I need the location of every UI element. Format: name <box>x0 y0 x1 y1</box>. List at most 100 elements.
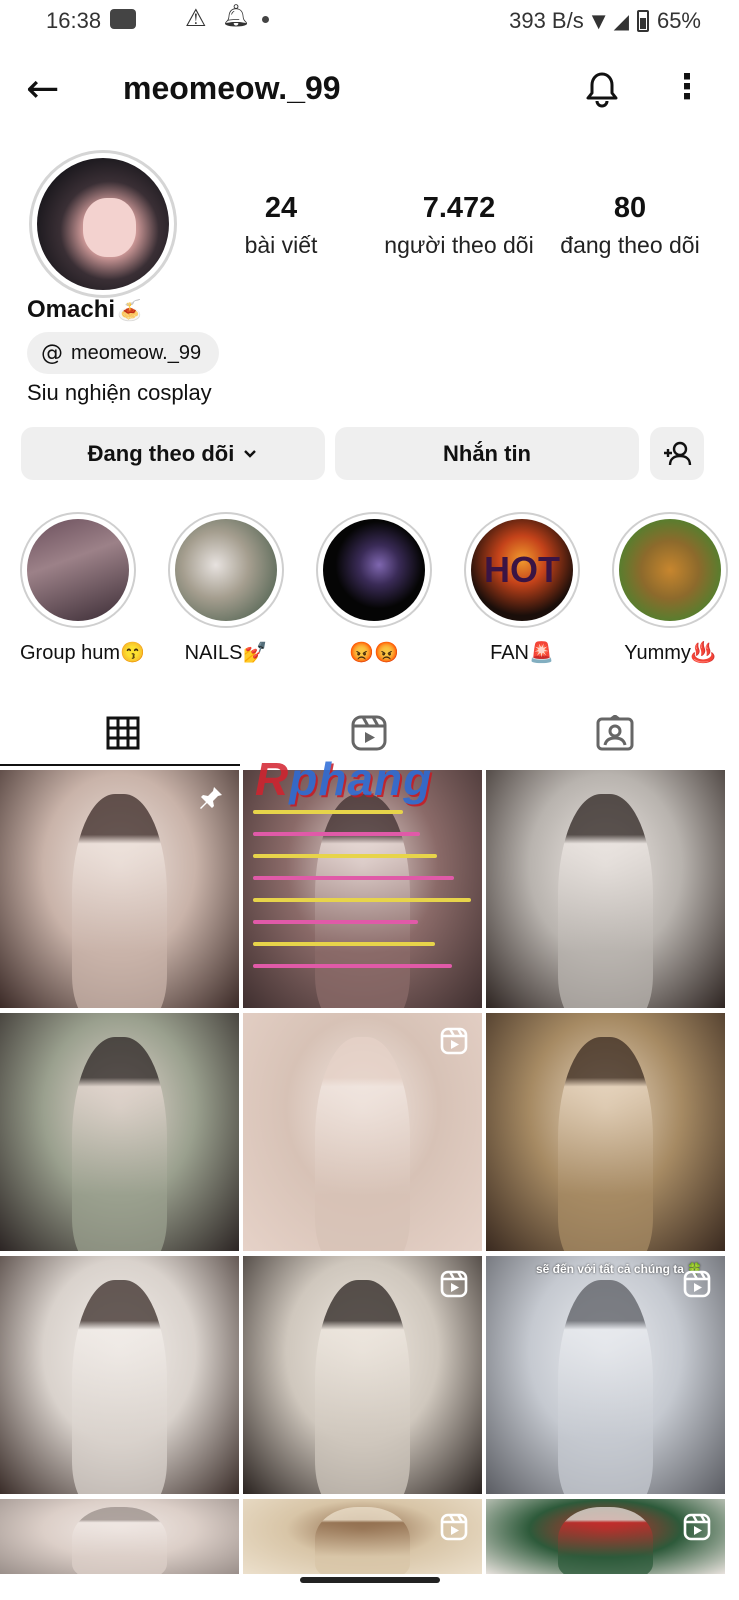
post-thumbnail <box>71 1279 168 1494</box>
warning-icon: ⚠ <box>185 4 207 32</box>
post-thumbnail <box>314 1506 411 1574</box>
grid-post-11[interactable] <box>243 1499 482 1574</box>
highlight-label: Yummy♨️ <box>624 642 716 664</box>
highlight-label: NAILS💅 <box>184 642 268 664</box>
grid-post-1[interactable] <box>0 770 239 1008</box>
stat-posts[interactable]: 24 bài viết <box>201 192 361 259</box>
page-title: meomeow._99 <box>123 70 341 106</box>
message-button[interactable]: Nhắn tin <box>335 427 639 480</box>
highlight-label: FAN🚨 <box>490 642 554 664</box>
youtube-icon <box>110 9 136 29</box>
grid-post-5[interactable] <box>243 1013 482 1251</box>
grid-post-10[interactable] <box>0 1499 239 1574</box>
reel-badge-icon <box>440 1027 468 1055</box>
watermark-r: R <box>255 753 290 805</box>
post-caption-overlay: sẽ đến với tất cả chúng ta 🍀 <box>536 1262 703 1276</box>
text-overlay-line <box>253 920 418 924</box>
chevron-down-icon <box>244 449 257 458</box>
highlight-yummy[interactable]: Yummy♨️ <box>612 512 728 665</box>
display-name-emoji: 🍝 <box>117 299 142 322</box>
text-overlay-line <box>253 876 454 880</box>
post-thumbnail <box>557 1279 654 1494</box>
battery-percent: 65% <box>656 8 701 33</box>
highlight-fan[interactable]: HOT FAN🚨 <box>464 512 580 665</box>
threads-handle: meomeow._99 <box>71 341 202 364</box>
watermark: Rphang <box>255 752 432 806</box>
watermark-rest: phang <box>289 753 433 805</box>
tab-tagged[interactable] <box>492 700 738 766</box>
reels-icon <box>351 715 387 751</box>
grid-post-9[interactable]: sẽ đến với tất cả chúng ta 🍀 <box>486 1256 725 1494</box>
status-right: 393 B/s ▼ ◢ 65% <box>509 8 701 34</box>
grid-post-12[interactable] <box>486 1499 725 1574</box>
text-overlay-line <box>253 810 403 814</box>
highlight-angry[interactable]: 😡😡 <box>316 512 432 665</box>
post-thumbnail <box>557 1506 654 1574</box>
more-options-icon[interactable]: ⋮ <box>670 70 704 104</box>
hot-text: HOT <box>484 549 560 590</box>
highlight-nails[interactable]: NAILS💅 <box>168 512 284 665</box>
reel-badge-icon <box>440 1513 468 1541</box>
grid-post-8[interactable] <box>243 1256 482 1494</box>
stat-followers[interactable]: 7.472 người theo dõi <box>369 192 549 259</box>
text-overlay-line <box>253 942 435 946</box>
grid-post-4[interactable] <box>0 1013 239 1251</box>
posts-count: 24 <box>264 192 298 224</box>
notification-bell-icon[interactable] <box>584 70 620 108</box>
following-count: 80 <box>613 192 647 224</box>
reel-badge-icon <box>683 1270 711 1298</box>
highlight-group-hum[interactable]: Group hum😙 <box>20 512 145 665</box>
text-overlay-line <box>253 854 437 858</box>
text-overlay-line <box>253 964 452 968</box>
status-bar: 16:38 ⚠ 🔔︎ 393 B/s ▼ ◢ 65% <box>0 0 739 40</box>
post-thumbnail <box>71 793 168 1008</box>
stat-following[interactable]: 80 đang theo dõi <box>545 192 715 259</box>
following-button-label: Đang theo dõi <box>87 440 235 466</box>
grid-icon <box>106 716 140 750</box>
post-thumbnail <box>71 1036 168 1251</box>
display-name: Omachi 🍝 <box>27 296 142 324</box>
post-thumbnail <box>71 1506 168 1574</box>
pin-icon <box>197 784 225 812</box>
reel-badge-icon <box>683 1513 711 1541</box>
suggest-people-button[interactable] <box>650 427 704 480</box>
message-button-label: Nhắn tin <box>443 440 531 466</box>
net-speed: 393 B/s <box>509 8 584 33</box>
home-indicator <box>300 1577 440 1583</box>
add-user-icon <box>664 441 692 465</box>
battery-icon <box>636 10 649 32</box>
threads-badge[interactable]: @ meomeow._99 <box>27 332 220 374</box>
avatar[interactable] <box>29 150 177 298</box>
wifi-data-icon: ▼ <box>591 10 606 32</box>
following-label: đang theo dõi <box>560 232 700 258</box>
text-overlay-line <box>253 832 420 836</box>
post-thumbnail <box>557 793 654 1008</box>
followers-count: 7.472 <box>422 192 496 224</box>
grid-post-3[interactable] <box>486 770 725 1008</box>
display-name-text: Omachi <box>27 296 116 323</box>
bio: Siu nghiện cosplay <box>27 380 212 405</box>
status-time: 16:38 <box>46 8 102 33</box>
dot-icon <box>262 16 269 23</box>
post-grid: sẽ đến với tất cả chúng ta 🍀 <box>0 770 739 1574</box>
post-thumbnail <box>314 1279 411 1494</box>
grid-post-6[interactable] <box>486 1013 725 1251</box>
back-arrow-icon[interactable]: ← <box>26 69 60 109</box>
highlight-label: Group hum😙 <box>20 642 145 664</box>
text-overlay-line <box>253 898 471 902</box>
tagged-icon <box>596 715 634 751</box>
avatar-image <box>37 158 169 290</box>
active-tab-indicator <box>0 764 240 766</box>
post-thumbnail <box>557 1036 654 1251</box>
profile-header: ← meomeow._99 ⋮ <box>0 52 739 126</box>
signal-icon: ◢ <box>613 9 629 33</box>
tab-posts-grid[interactable] <box>0 700 246 766</box>
following-button[interactable]: Đang theo dõi <box>21 427 325 480</box>
reel-badge-icon <box>440 1270 468 1298</box>
grid-post-7[interactable] <box>0 1256 239 1494</box>
posts-label: bài viết <box>244 232 318 258</box>
threads-icon: @ <box>41 340 63 366</box>
followers-label: người theo dõi <box>384 232 534 258</box>
notification-status-icon: 🔔︎ <box>222 4 250 29</box>
highlight-label: 😡😡 <box>349 642 399 664</box>
